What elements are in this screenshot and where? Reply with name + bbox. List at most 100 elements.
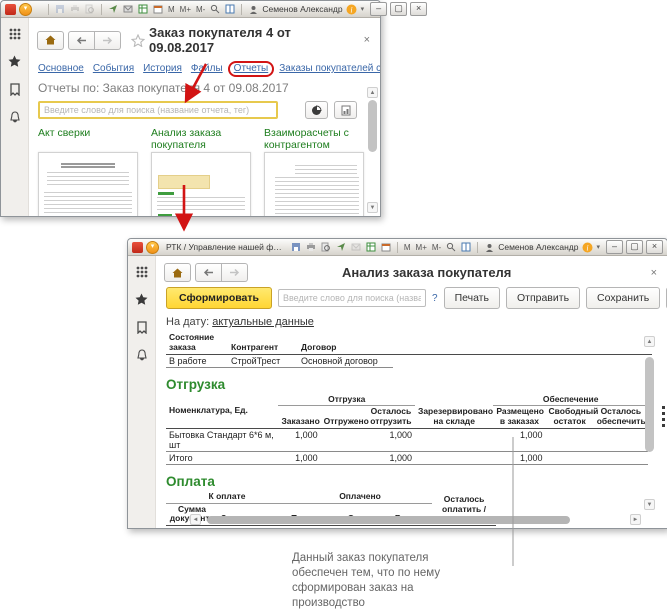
column-header: Заказано (278, 406, 320, 429)
planned-cell (218, 526, 288, 528)
main-menu-button[interactable]: ▾ (19, 3, 32, 16)
table-row[interactable]: 84 000,00 42 000,00 42 000,00 42 000,00 (166, 526, 496, 528)
favorite-star-icon[interactable] (131, 34, 145, 47)
window2-horizontal-scrollbar[interactable]: ◄ ► (190, 514, 641, 525)
memory-mplus-button[interactable]: М+ (415, 243, 428, 252)
calendar-icon[interactable] (380, 241, 392, 253)
table-icon[interactable] (137, 3, 149, 15)
send-icon[interactable] (335, 241, 347, 253)
notifications-bell-icon[interactable] (136, 349, 148, 362)
scroll-up-icon[interactable]: ▲ (644, 336, 655, 347)
window2-vertical-scrollbar[interactable]: ▲ ▼ (644, 336, 655, 510)
scroll-thumb[interactable] (207, 516, 570, 524)
tab-sobytiya[interactable]: События (93, 63, 134, 74)
report-variant-button[interactable] (334, 101, 357, 119)
home-button[interactable] (37, 31, 64, 50)
mail-icon[interactable] (122, 3, 134, 15)
print-preview-icon[interactable] (84, 3, 96, 15)
window1-titlebar[interactable]: ▾ Р... М М+ М- Семенов Александр i ▾ – ▢… (1, 1, 380, 18)
split-view-icon[interactable] (460, 241, 472, 253)
report-link[interactable]: Взаиморасчеты с контрагентом (264, 127, 364, 152)
main-menu-button[interactable]: ▾ (146, 241, 159, 254)
memory-mplus-button[interactable]: М+ (179, 5, 192, 14)
maximize-button[interactable]: ▢ (626, 240, 643, 254)
scroll-right-icon[interactable]: ► (630, 514, 641, 525)
memory-mminus-button[interactable]: М- (195, 5, 206, 14)
tab-fayly[interactable]: Файлы (191, 63, 223, 74)
split-view-icon[interactable] (224, 3, 236, 15)
send-button[interactable]: Отправить (506, 287, 580, 309)
print-icon[interactable] (69, 3, 81, 15)
favorites-star-icon[interactable] (135, 293, 148, 306)
report-link[interactable]: Анализ заказа покупателя (151, 127, 251, 152)
table-row[interactable]: Бытовка Стандарт 6*6 м, шт 1,000 1,000 1… (166, 428, 648, 451)
scroll-thumb[interactable] (645, 357, 654, 452)
save-icon[interactable] (290, 241, 302, 253)
table-icon[interactable] (365, 241, 377, 253)
report-preview[interactable] (151, 152, 251, 216)
scroll-left-icon[interactable]: ◄ (190, 514, 201, 525)
notifications-bell-icon[interactable] (9, 111, 21, 124)
maximize-button[interactable]: ▢ (390, 2, 407, 16)
zoom-icon[interactable] (209, 3, 221, 15)
minimize-button[interactable]: – (370, 2, 387, 16)
back-button[interactable] (68, 31, 95, 50)
close-button[interactable]: × (410, 2, 427, 16)
tab-istoriya[interactable]: История (143, 63, 182, 74)
report-search-input[interactable] (38, 101, 278, 119)
report-preview[interactable] (38, 152, 138, 216)
tab-osnovnoe[interactable]: Основное (38, 63, 84, 74)
calendar-icon[interactable] (152, 3, 164, 15)
minimize-button[interactable]: – (606, 240, 623, 254)
save-icon[interactable] (54, 3, 66, 15)
info-icon[interactable]: i (346, 3, 358, 15)
favorites-star-icon[interactable] (8, 55, 21, 68)
window2-titlebar[interactable]: ▾ РТК / Управление нашей фирмой, ... (1С… (128, 239, 667, 256)
send-icon[interactable] (107, 3, 119, 15)
scroll-down-icon[interactable]: ▼ (367, 202, 378, 213)
caret-down-icon[interactable]: ▾ (596, 243, 600, 251)
date-value-link[interactable]: актуальные данные (212, 316, 314, 328)
tab-zakazy-s-sayta[interactable]: Заказы покупателей с сайта (279, 63, 380, 74)
divider (477, 242, 478, 253)
print-preview-icon[interactable] (320, 241, 332, 253)
free-balance-cell (546, 428, 594, 451)
info-icon[interactable]: i (581, 241, 593, 253)
scroll-up-icon[interactable]: ▲ (367, 87, 378, 98)
more-options-icon[interactable] (662, 406, 665, 427)
history-icon[interactable] (9, 83, 21, 96)
goods-search-input[interactable] (278, 289, 426, 307)
home-button[interactable] (164, 263, 191, 282)
print-button[interactable]: Печать (444, 287, 500, 309)
menu-grid-icon[interactable] (136, 266, 148, 278)
close-button[interactable]: × (646, 240, 663, 254)
window1-vertical-scrollbar[interactable]: ▲ ▼ (367, 87, 378, 213)
preview-decoration (61, 163, 115, 168)
menu-grid-icon[interactable] (9, 28, 21, 40)
generate-button[interactable]: Сформировать (166, 287, 272, 309)
scroll-down-icon[interactable]: ▼ (644, 499, 655, 510)
memory-m-button[interactable]: М (403, 243, 412, 252)
zoom-icon[interactable] (445, 241, 457, 253)
callout-annotation-text: Данный заказ покупателя обеспечен тем, ч… (292, 551, 470, 611)
tab-otchety[interactable]: Отчеты (234, 63, 269, 74)
scroll-thumb[interactable] (368, 100, 377, 152)
tab-close-icon[interactable]: × (649, 267, 659, 279)
report-link[interactable]: Акт сверки (38, 127, 138, 152)
forward-button[interactable] (95, 31, 121, 50)
mail-icon[interactable] (350, 241, 362, 253)
back-button[interactable] (195, 263, 222, 282)
forward-button[interactable] (222, 263, 248, 282)
memory-mminus-button[interactable]: М- (431, 243, 442, 252)
memory-m-button[interactable]: М (167, 5, 176, 14)
report-preview[interactable] (264, 152, 364, 216)
table-row[interactable]: В работе СтройТрест Основной договор (166, 354, 652, 367)
save-button[interactable]: Сохранить (586, 287, 660, 309)
caret-down-icon[interactable]: ▾ (361, 5, 365, 13)
print-icon[interactable] (305, 241, 317, 253)
totals-row[interactable]: Итого 1,000 1,000 1,000 (166, 451, 648, 464)
tab-close-icon[interactable]: × (362, 34, 372, 46)
search-help-link[interactable]: ? (432, 293, 438, 304)
history-icon[interactable] (136, 321, 148, 334)
chart-variant-button[interactable] (305, 101, 328, 119)
